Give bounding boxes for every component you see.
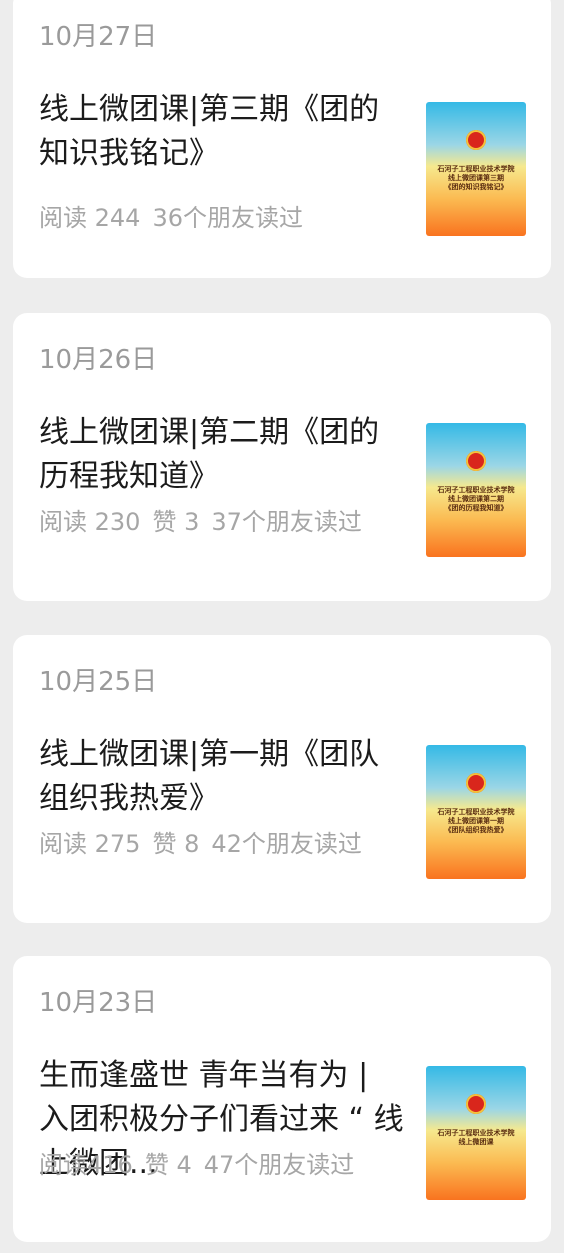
article-date: 10月27日: [39, 22, 158, 52]
article-thumbnail[interactable]: 石河子工程职业技术学院 线上微团课第一期 《团队组织我热爱》: [426, 745, 526, 879]
article-title[interactable]: 线上微团课|第一期《团队组织我热爱》: [39, 733, 407, 821]
like-count: 赞 4: [144, 1151, 192, 1179]
article-stats: 阅读416 赞 4 47个朋友读过: [39, 1149, 366, 1181]
article-thumbnail[interactable]: 石河子工程职业技术学院 线上微团课第二期 《团的历程我知道》: [426, 423, 526, 557]
read-count: 阅读416: [39, 1151, 133, 1179]
article-thumbnail[interactable]: 石河子工程职业技术学院 线上微团课第三期 《团的知识我铭记》: [426, 102, 526, 236]
friends-read-count: 47个朋友读过: [203, 1151, 355, 1179]
friends-read-count: 36个朋友读过: [152, 204, 303, 232]
youth-league-emblem-icon: [466, 1094, 486, 1114]
youth-league-emblem-icon: [466, 773, 486, 793]
youth-league-emblem-icon: [466, 130, 486, 150]
article-stats: 阅读 230 赞 3 37个朋友读过: [39, 506, 374, 538]
article-card[interactable]: 10月26日 线上微团课|第二期《团的历程我知道》 阅读 230 赞 3 37个朋友…: [13, 313, 551, 601]
youth-league-emblem-icon: [466, 451, 486, 471]
article-stats: 阅读 275 赞 8 42个朋友读过: [39, 828, 374, 860]
thumbnail-caption: 石河子工程职业技术学院 线上微团课: [437, 1128, 515, 1146]
friends-read-count: 42个朋友读过: [211, 830, 362, 858]
article-title[interactable]: 线上微团课|第三期《团的知识我铭记》: [39, 88, 407, 176]
article-stats: 阅读 244 36个朋友读过: [39, 202, 315, 234]
read-count: 阅读 244: [39, 204, 141, 232]
read-count: 阅读 230: [39, 508, 141, 536]
article-title[interactable]: 线上微团课|第二期《团的历程我知道》: [39, 411, 407, 499]
article-thumbnail[interactable]: 石河子工程职业技术学院 线上微团课: [426, 1066, 526, 1200]
thumbnail-caption: 石河子工程职业技术学院 线上微团课第二期 《团的历程我知道》: [437, 485, 515, 512]
article-date: 10月25日: [39, 667, 158, 697]
read-count: 阅读 275: [39, 830, 141, 858]
friends-read-count: 37个朋友读过: [211, 508, 362, 536]
thumbnail-caption: 石河子工程职业技术学院 线上微团课第三期 《团的知识我铭记》: [437, 164, 515, 191]
thumbnail-caption: 石河子工程职业技术学院 线上微团课第一期 《团队组织我热爱》: [437, 807, 515, 834]
article-card[interactable]: 10月27日 线上微团课|第三期《团的知识我铭记》 阅读 244 36个朋友读过 …: [13, 0, 551, 278]
like-count: 赞 8: [152, 830, 200, 858]
article-card[interactable]: 10月25日 线上微团课|第一期《团队组织我热爱》 阅读 275 赞 8 42个朋友…: [13, 635, 551, 923]
article-date: 10月26日: [39, 345, 158, 375]
article-date: 10月23日: [39, 988, 158, 1018]
article-card[interactable]: 10月23日 生而逢盛世 青年当有为 | 入团积极分子们看过来 “ 线上微团..…: [13, 956, 551, 1242]
like-count: 赞 3: [152, 508, 200, 536]
